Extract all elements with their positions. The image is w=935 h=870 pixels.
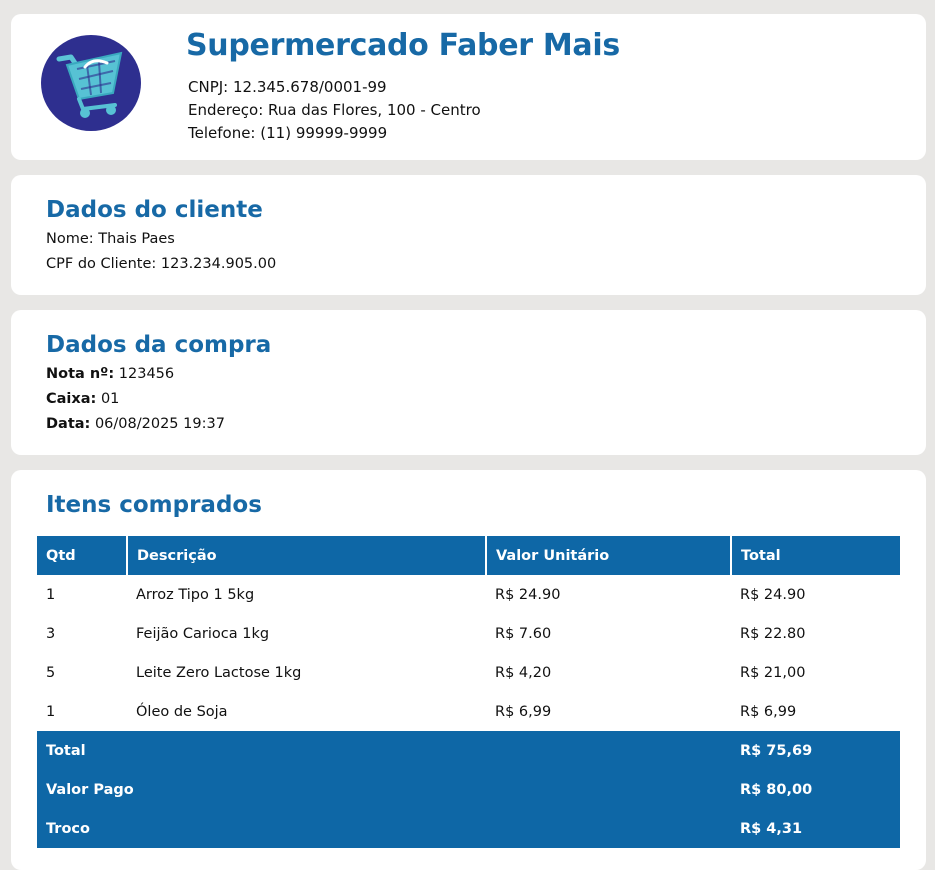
store-details: CNPJ: 12.345.678/0001-99 Endereço: Rua d… xyxy=(188,76,481,145)
item-total: R$ 6,99 xyxy=(740,703,797,720)
column-header-qty: Qtd xyxy=(37,536,127,575)
item-description: Leite Zero Lactose 1kg xyxy=(136,664,302,681)
item-qty: 1 xyxy=(46,586,56,603)
column-header-description: Descrição xyxy=(126,536,486,575)
item-description: Arroz Tipo 1 5kg xyxy=(136,586,255,603)
item-description: Óleo de Soja xyxy=(136,703,228,720)
summary-row-total: Total R$ 75,69 xyxy=(37,731,900,770)
item-unit-price: R$ 7.60 xyxy=(495,625,552,642)
summary-value: R$ 80,00 xyxy=(731,770,900,809)
client-name: Nome: Thais Paes xyxy=(46,231,175,247)
items-section-title: Itens comprados xyxy=(46,492,262,518)
purchase-card: Dados da compra Nota nº: 123456 Caixa: 0… xyxy=(11,310,926,455)
item-total: R$ 22.80 xyxy=(740,625,806,642)
purchase-register: Caixa: 01 xyxy=(46,387,225,412)
items-card: Itens comprados Qtd Descrição Valor Unit… xyxy=(11,470,926,870)
summary-label: Valor Pago xyxy=(37,770,731,809)
item-unit-price: R$ 24.90 xyxy=(495,586,561,603)
summary-label: Troco xyxy=(37,809,731,848)
item-unit-price: R$ 4,20 xyxy=(495,664,552,681)
item-total: R$ 24.90 xyxy=(740,586,806,603)
date-value: 06/08/2025 19:37 xyxy=(94,416,225,432)
table-header-row: Qtd Descrição Valor Unitário Total xyxy=(37,536,900,575)
item-qty: 1 xyxy=(46,703,56,720)
summary-row-change: Troco R$ 4,31 xyxy=(37,809,900,848)
column-header-unit-price: Valor Unitário xyxy=(485,536,731,575)
item-qty: 5 xyxy=(46,664,56,681)
table-row: 5 Leite Zero Lactose 1kg R$ 4,20 R$ 21,0… xyxy=(37,653,900,692)
purchase-note: Nota nº: 123456 xyxy=(46,362,225,387)
column-header-total: Total xyxy=(730,536,900,575)
store-name: Supermercado Faber Mais xyxy=(186,28,620,63)
purchase-section-title: Dados da compra xyxy=(46,332,272,358)
item-description: Feijão Carioca 1kg xyxy=(136,625,270,642)
items-table: Qtd Descrição Valor Unitário Total 1 Arr… xyxy=(37,536,900,848)
note-label: Nota nº: xyxy=(46,366,115,382)
item-total: R$ 21,00 xyxy=(740,664,806,681)
store-cnpj: CNPJ: 12.345.678/0001-99 xyxy=(188,78,387,96)
summary-row-paid: Valor Pago R$ 80,00 xyxy=(37,770,900,809)
client-cpf: CPF do Cliente: 123.234.905.00 xyxy=(46,256,277,272)
store-logo xyxy=(41,35,141,131)
summary-label: Total xyxy=(37,731,731,770)
purchase-date: Data: 06/08/2025 19:37 xyxy=(46,412,225,437)
store-phone: Telefone: (11) 99999-9999 xyxy=(188,124,388,142)
shopping-cart-icon xyxy=(56,51,123,118)
table-row: 3 Feijão Carioca 1kg R$ 7.60 R$ 22.80 xyxy=(37,614,900,653)
client-card: Dados do cliente Nome: Thais Paes CPF do… xyxy=(11,175,926,295)
store-header-card: Supermercado Faber Mais CNPJ: 12.345.678… xyxy=(11,14,926,160)
table-row: 1 Óleo de Soja R$ 6,99 R$ 6,99 xyxy=(37,692,900,731)
table-row: 1 Arroz Tipo 1 5kg R$ 24.90 R$ 24.90 xyxy=(37,575,900,614)
client-details: Nome: Thais Paes CPF do Cliente: 123.234… xyxy=(46,227,276,277)
register-value: 01 xyxy=(100,391,120,407)
summary-value: R$ 75,69 xyxy=(731,731,900,770)
store-address: Endereço: Rua das Flores, 100 - Centro xyxy=(188,101,481,119)
summary-value: R$ 4,31 xyxy=(731,809,900,848)
item-unit-price: R$ 6,99 xyxy=(495,703,552,720)
purchase-details: Nota nº: 123456 Caixa: 01 Data: 06/08/20… xyxy=(46,362,225,437)
client-section-title: Dados do cliente xyxy=(46,197,263,223)
note-value: 123456 xyxy=(118,366,175,382)
date-label: Data: xyxy=(46,416,91,432)
register-label: Caixa: xyxy=(46,391,97,407)
item-qty: 3 xyxy=(46,625,56,642)
